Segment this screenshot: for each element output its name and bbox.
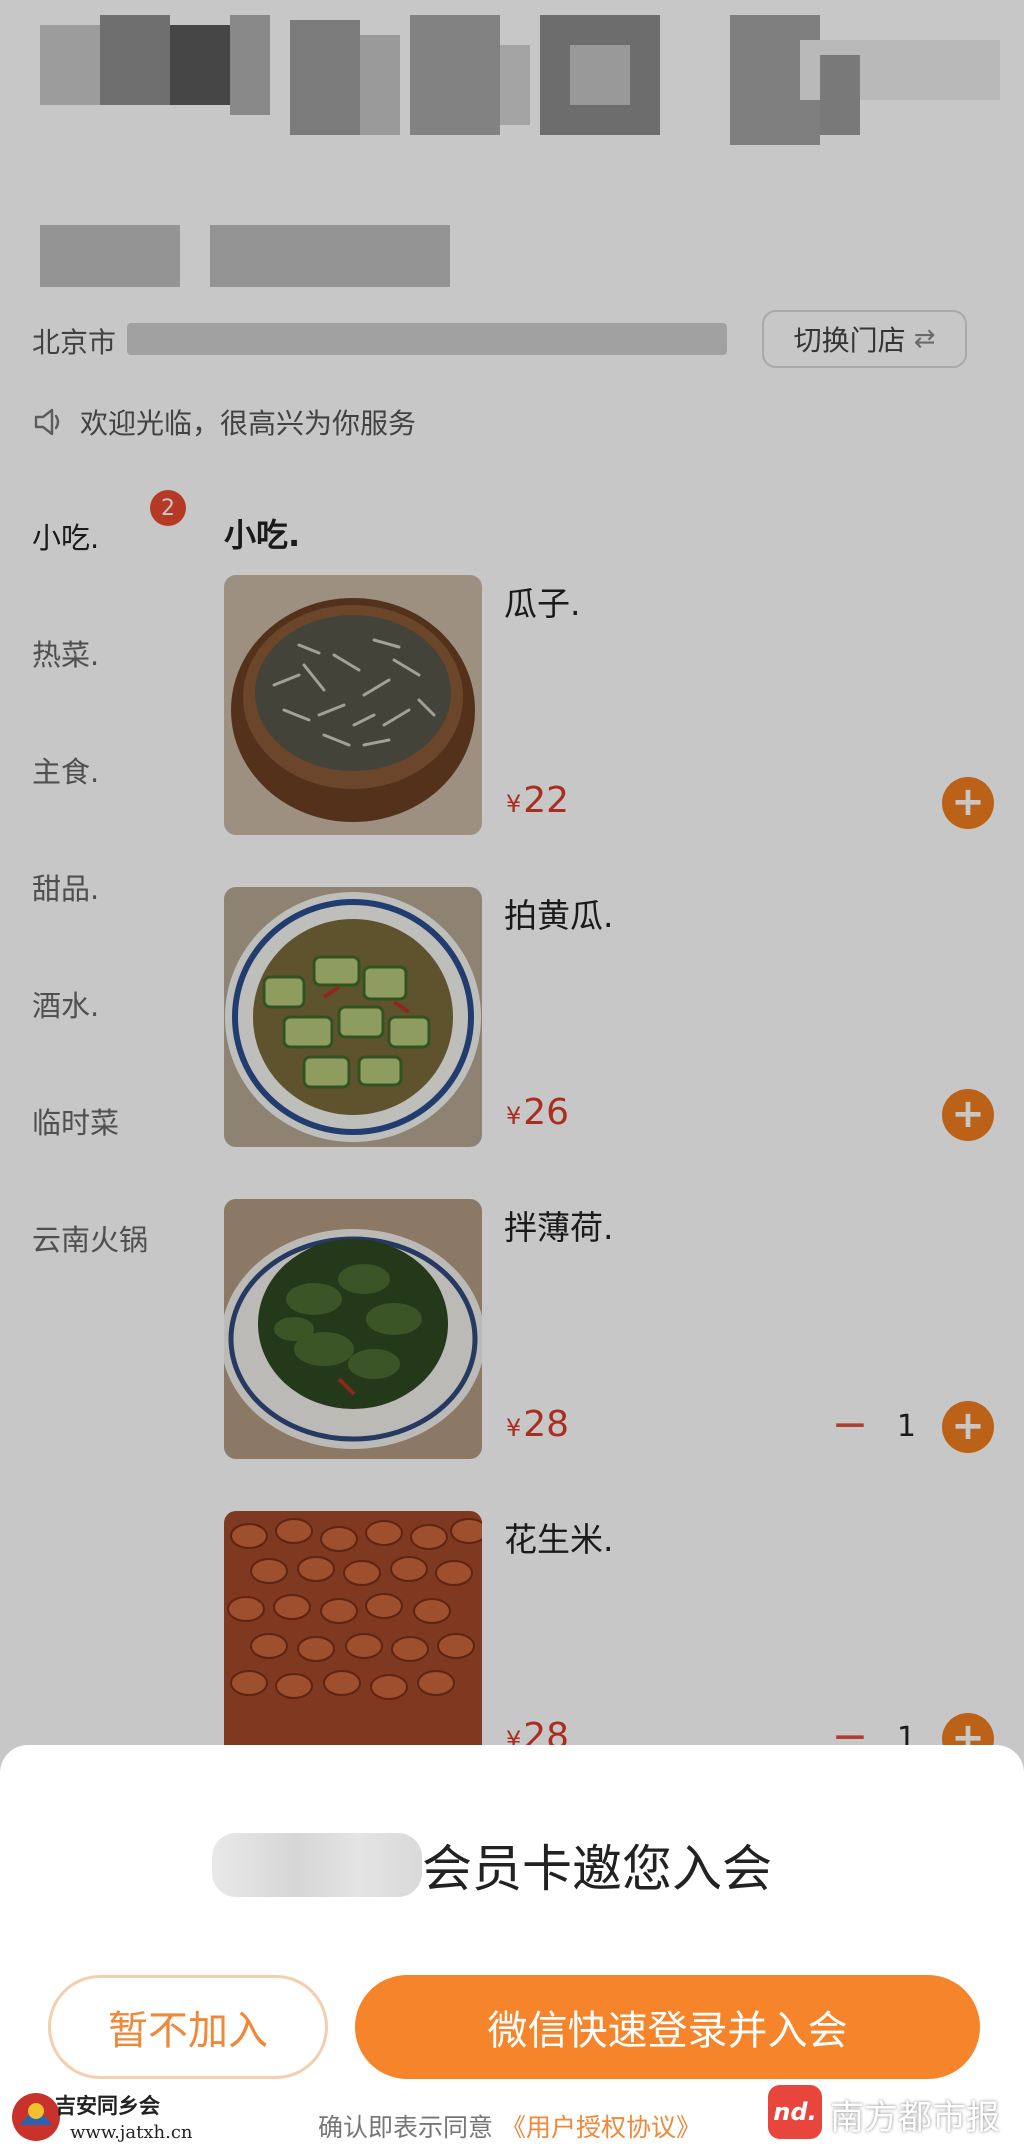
wechat-login-join-button[interactable]: 微信快速登录并入会 xyxy=(355,1975,980,2079)
nandu-logo-icon: nd. xyxy=(768,2085,822,2139)
skip-join-button[interactable]: 暂不加入 xyxy=(48,1975,328,2079)
menu-page: 北京市 切换门店 ⇄ 欢迎光临，很高兴为你服务 小吃. 热菜. 主食. 甜品. … xyxy=(0,0,1024,2154)
watermark-left-url: www.jatxh.cn xyxy=(70,2122,193,2143)
watermark-right-text: 南方都市报 xyxy=(830,2098,1000,2138)
store-name-blurred xyxy=(212,1833,422,1897)
sheet-title: 会员卡邀您入会 xyxy=(422,1840,772,1898)
agreement-prefix: 确认即表示同意 xyxy=(318,2113,494,2142)
watermark-left-text: 吉安同乡会 xyxy=(55,2094,160,2118)
user-agreement-link[interactable]: 《用户授权协议》 xyxy=(501,2113,701,2142)
sheet-title-row: 会员卡邀您入会 xyxy=(212,1830,772,1900)
agreement-notice: 确认即表示同意 《用户授权协议》 xyxy=(318,2108,701,2144)
